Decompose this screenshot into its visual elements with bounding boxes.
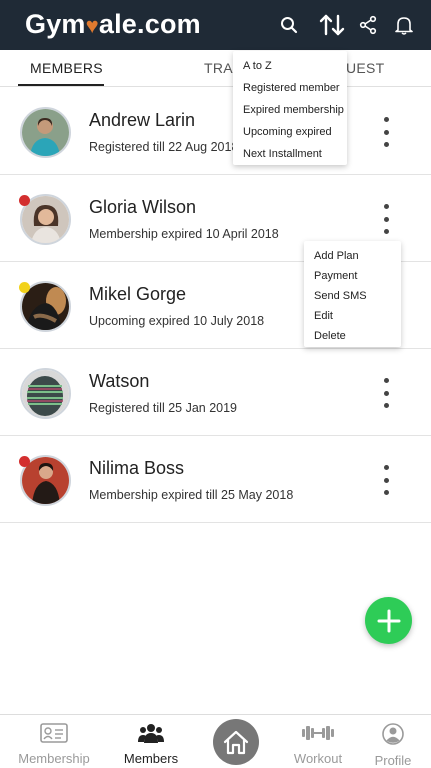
avatar	[20, 368, 71, 419]
member-status: Membership expired till 25 May 2018	[89, 488, 294, 502]
member-status: Upcoming expired 10 July 2018	[89, 314, 265, 328]
profile-icon	[382, 723, 404, 745]
member-row[interactable]: Andrew Larin Registered till 22 Aug 2018	[0, 88, 431, 175]
nav-home[interactable]	[213, 719, 259, 765]
more-options-icon[interactable]	[376, 204, 396, 234]
sort-option-registered[interactable]: Registered member	[243, 82, 340, 94]
avatar	[20, 107, 71, 158]
member-name: Gloria Wilson	[89, 197, 197, 217]
more-options-icon[interactable]	[376, 378, 396, 408]
menu-payment[interactable]: Payment	[314, 270, 357, 282]
active-tab-indicator	[18, 84, 104, 86]
member-name: Mikel Gorge	[89, 284, 187, 304]
tab-guest[interactable]: UEST	[346, 60, 385, 76]
share-icon[interactable]	[356, 13, 380, 37]
member-name: Andrew Larin	[89, 110, 196, 130]
app-logo[interactable]: Gym♥ale.com	[25, 9, 201, 40]
tab-bar: MEMBERS TRAI UEST	[0, 50, 431, 87]
sort-menu: A to Z Registered member Expired members…	[233, 51, 347, 165]
members-group-icon	[138, 724, 164, 743]
member-name: Nilima Boss	[89, 458, 185, 478]
status-dot-expired	[19, 456, 30, 467]
plus-icon	[377, 609, 400, 632]
search-icon[interactable]	[277, 13, 301, 37]
member-actions-menu: Add Plan Payment Send SMS Edit Delete	[304, 241, 401, 347]
sort-option-expired[interactable]: Expired membership	[243, 104, 344, 116]
nav-profile[interactable]: Profile	[348, 723, 431, 768]
member-row[interactable]: Watson Registered till 25 Jan 2019	[0, 349, 431, 436]
app-header: Gym♥ale.com	[0, 0, 431, 50]
menu-send-sms[interactable]: Send SMS	[314, 290, 367, 302]
logo-text-right: ale.com	[98, 9, 201, 39]
member-row[interactable]: Nilima Boss Membership expired till 25 M…	[0, 436, 431, 523]
member-name: Watson	[89, 371, 150, 391]
nav-members[interactable]: Members	[106, 723, 196, 766]
sort-option-a-to-z[interactable]: A to Z	[243, 60, 272, 72]
more-options-icon[interactable]	[376, 117, 396, 147]
status-dot-expired	[19, 195, 30, 206]
sort-option-upcoming[interactable]: Upcoming expired	[243, 126, 332, 138]
logo-heart-icon: ♥	[85, 13, 99, 38]
nav-label: Membership	[18, 751, 90, 766]
nav-label: Profile	[374, 753, 412, 768]
sort-icon[interactable]	[318, 13, 346, 37]
member-status: Registered till 25 Jan 2019	[89, 401, 238, 415]
member-status: Registered till 22 Aug 2018	[89, 140, 239, 154]
logo-text-left: Gym	[25, 9, 86, 39]
membership-card-icon	[40, 723, 68, 743]
menu-delete[interactable]: Delete	[314, 330, 346, 342]
nav-membership[interactable]: Membership	[9, 723, 99, 766]
add-member-button[interactable]	[365, 597, 412, 644]
menu-edit[interactable]: Edit	[314, 310, 333, 322]
menu-add-plan[interactable]: Add Plan	[314, 250, 359, 262]
more-options-icon[interactable]	[376, 465, 396, 495]
sort-option-next-installment[interactable]: Next Installment	[243, 148, 322, 160]
dumbbell-icon	[302, 726, 334, 740]
bell-icon[interactable]	[392, 13, 416, 37]
home-icon	[223, 730, 249, 755]
nav-label: Members	[123, 751, 179, 766]
status-dot-upcoming	[19, 282, 30, 293]
member-status: Membership expired 10 April 2018	[89, 227, 279, 241]
tab-members[interactable]: MEMBERS	[30, 60, 103, 76]
